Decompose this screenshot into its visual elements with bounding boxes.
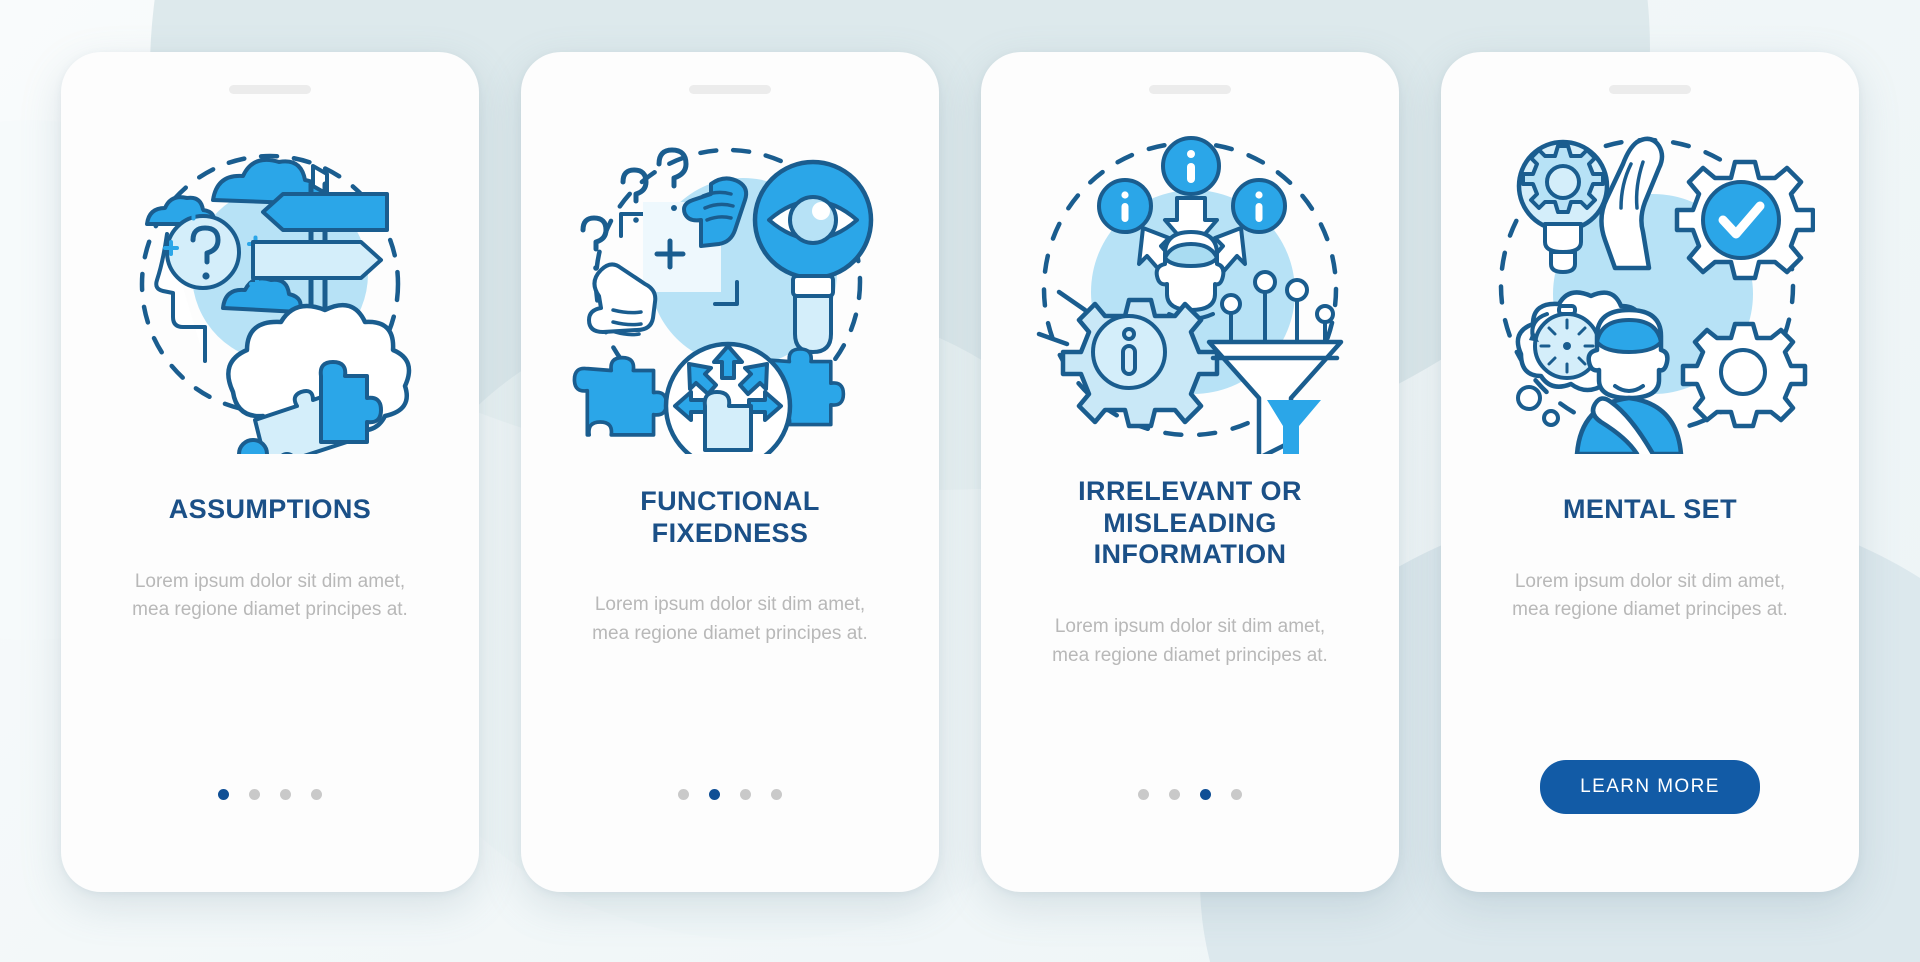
pagination-dot-3[interactable] (740, 789, 751, 800)
screen-title-line: INFORMATION (1093, 539, 1287, 570)
assumptions-signpost-thought-icon (105, 124, 435, 454)
phone-speaker-bar (229, 85, 311, 94)
mental-set-gears-lightbulb-icon (1485, 124, 1815, 454)
onboarding-screen-assumptions: ASSUMPTIONS Lorem ipsum dolor sit dim am… (61, 52, 479, 892)
screen-title-line: MISLEADING (1103, 507, 1277, 538)
onboarding-screen-irrelevant-information: IRRELEVANT OR MISLEADING INFORMATION Lor… (981, 52, 1399, 892)
pagination-dot-2[interactable] (709, 789, 720, 800)
pagination-dots[interactable] (1138, 789, 1242, 800)
pagination-dot-3[interactable] (280, 789, 291, 800)
screen-title: IRRELEVANT OR MISLEADING INFORMATION (1052, 476, 1328, 571)
phone-speaker-bar (1149, 85, 1231, 94)
pagination-dot-2[interactable] (249, 789, 260, 800)
phone-speaker-bar (689, 85, 771, 94)
pagination-dot-1[interactable] (218, 789, 229, 800)
pagination-dot-3[interactable] (1200, 789, 1211, 800)
pagination-dots[interactable] (218, 789, 322, 800)
onboarding-screens-row: ASSUMPTIONS Lorem ipsum dolor sit dim am… (0, 0, 1920, 962)
pagination-dot-1[interactable] (1138, 789, 1149, 800)
screen-body-text: Lorem ipsum dolor sit dim amet, mea regi… (1512, 570, 1788, 621)
screen-title: FUNCTIONAL FIXEDNESS (614, 486, 845, 549)
pagination-dot-1[interactable] (678, 789, 689, 800)
onboarding-screen-mental-set: MENTAL SET Lorem ipsum dolor sit dim ame… (1441, 52, 1859, 892)
irrelevant-information-funnel-icon (1025, 124, 1355, 454)
screen-body-text: Lorem ipsum dolor sit dim amet, mea regi… (132, 570, 408, 621)
pagination-dot-2[interactable] (1169, 789, 1180, 800)
functional-fixedness-eye-puzzle-icon (565, 124, 895, 454)
screen-title: ASSUMPTIONS (168, 494, 372, 524)
phone-speaker-bar (1609, 85, 1691, 94)
pagination-dots[interactable] (678, 789, 782, 800)
screen-title-line: FIXEDNESS (651, 517, 809, 548)
screen-title-line: IRRELEVANT OR (1078, 476, 1302, 506)
pagination-dot-4[interactable] (311, 789, 322, 800)
screen-body-text: Lorem ipsum dolor sit dim amet, mea regi… (592, 594, 868, 645)
pagination-dot-4[interactable] (771, 789, 782, 800)
onboarding-screen-functional-fixedness: FUNCTIONAL FIXEDNESS Lorem ipsum dolor s… (521, 52, 939, 892)
screen-title: MENTAL SET (1562, 494, 1737, 524)
learn-more-button[interactable]: LEARN MORE (1540, 760, 1760, 814)
pagination-dot-4[interactable] (1231, 789, 1242, 800)
screen-body-text: Lorem ipsum dolor sit dim amet, mea regi… (1052, 615, 1328, 666)
screen-title-line: FUNCTIONAL (640, 486, 820, 516)
